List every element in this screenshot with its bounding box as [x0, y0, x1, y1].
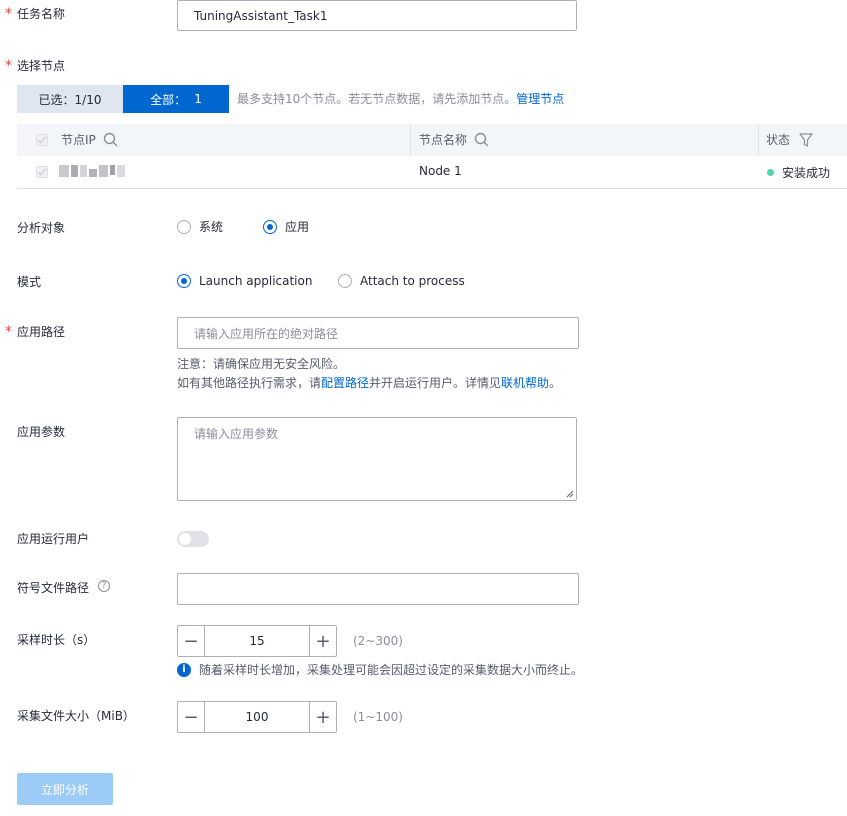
- selected-nodes-tab-label: 已选：1/10: [38, 92, 102, 107]
- node-select-label: 选择节点: [17, 59, 66, 73]
- run-user-toggle[interactable]: [177, 531, 209, 547]
- radio-launch-application[interactable]: [177, 274, 191, 288]
- app-path-help: 如有其他路径执行需求，请配置路径并开启运行用户。详情见联机帮助。: [177, 374, 561, 392]
- radio-attach-to-process-label[interactable]: Attach to process: [360, 272, 465, 290]
- node-name-cell: Node 1: [419, 164, 462, 178]
- file-size-stepper[interactable]: − 100 +: [177, 701, 337, 733]
- file-size-range: (1~100): [353, 710, 403, 724]
- radio-attach-to-process[interactable]: [338, 274, 352, 288]
- sample-duration-value[interactable]: 15: [204, 626, 310, 656]
- status-header-label: 状态: [766, 133, 791, 147]
- run-user-label: 应用运行用户: [17, 532, 90, 546]
- radio-application[interactable]: [263, 220, 277, 234]
- app-path-help-text: 如有其他路径执行需求，请: [177, 376, 322, 390]
- sample-duration-info: 随着采样时长增加，采集处理可能会因超过设定的采集数据大小而终止。: [199, 663, 584, 677]
- app-params-textarea[interactable]: 请输入应用参数: [177, 417, 577, 501]
- all-nodes-tab-label: 全部：: [150, 92, 187, 107]
- toggle-knob: [179, 533, 191, 545]
- help-icon[interactable]: ?: [98, 580, 110, 592]
- node-limit-hint: 最多支持10个节点。若无节点数据，请先添加节点。管理节点: [237, 90, 564, 108]
- radio-application-label[interactable]: 应用: [285, 218, 309, 236]
- radio-system-label[interactable]: 系统: [199, 218, 223, 236]
- minus-icon[interactable]: −: [178, 702, 204, 732]
- table-header-name: 节点名称: [411, 124, 758, 156]
- required-mark: *: [5, 6, 12, 22]
- analysis-target-label: 分析对象: [17, 221, 66, 235]
- app-params-placeholder: 请输入应用参数: [194, 427, 279, 441]
- sample-duration-label: 采样时长（s）: [17, 633, 96, 647]
- analyze-now-button[interactable]: 立即分析: [17, 773, 113, 805]
- status-dot: [767, 169, 774, 176]
- search-icon[interactable]: [103, 132, 119, 148]
- table-row[interactable]: Node 1 安装成功: [17, 156, 847, 189]
- info-icon: i: [177, 663, 191, 677]
- app-path-placeholder: 请输入应用所在的绝对路径: [194, 326, 339, 341]
- required-mark: *: [5, 324, 12, 340]
- select-all-checkbox[interactable]: [36, 134, 48, 146]
- search-icon[interactable]: [474, 132, 490, 148]
- node-status-cell: 安装成功: [782, 166, 831, 180]
- app-path-input[interactable]: 请输入应用所在的绝对路径: [177, 317, 579, 349]
- table-header-ip: 节点IP: [17, 124, 410, 156]
- node-limit-hint-text: 最多支持10个节点。若无节点数据，请先添加节点。: [237, 92, 517, 106]
- manage-nodes-link[interactable]: 管理节点: [516, 92, 564, 106]
- plus-icon[interactable]: +: [310, 702, 336, 732]
- task-name-label: 任务名称: [17, 7, 66, 21]
- all-nodes-tab[interactable]: 全部： 1: [123, 85, 229, 113]
- table-header-status: 状态: [759, 124, 847, 156]
- configure-path-link[interactable]: 配置路径: [321, 376, 369, 390]
- row-checkbox[interactable]: [36, 166, 48, 178]
- file-size-label: 采集文件大小（MiB）: [17, 709, 135, 723]
- name-header-label: 节点名称: [419, 133, 468, 147]
- plus-icon[interactable]: +: [310, 626, 336, 656]
- ip-header-label: 节点IP: [61, 133, 96, 147]
- radio-launch-application-label[interactable]: Launch application: [199, 272, 312, 290]
- node-ip-masked: [59, 165, 125, 177]
- task-name-input[interactable]: TuningAssistant_Task1: [177, 0, 577, 31]
- app-path-note: 注意：请确保应用无安全风险。: [177, 357, 346, 371]
- mode-label: 模式: [17, 275, 42, 289]
- app-path-help-text: 。: [549, 376, 562, 390]
- symbol-path-label: 符号文件路径: [17, 581, 90, 595]
- app-path-help-text: 并开启运行用户。详情见: [369, 376, 502, 390]
- online-help-link[interactable]: 联机帮助: [501, 376, 549, 390]
- file-size-value[interactable]: 100: [204, 702, 310, 732]
- analyze-now-button-label: 立即分析: [40, 782, 89, 797]
- all-nodes-count: 1: [194, 92, 202, 106]
- app-path-label: 应用路径: [17, 325, 66, 339]
- app-params-label: 应用参数: [17, 425, 66, 439]
- required-mark: *: [5, 58, 12, 74]
- radio-system[interactable]: [177, 220, 191, 234]
- resize-handle-icon[interactable]: [566, 490, 574, 498]
- symbol-path-input[interactable]: [177, 573, 579, 605]
- task-name-value: TuningAssistant_Task1: [194, 8, 328, 23]
- filter-icon[interactable]: [799, 133, 813, 147]
- sample-duration-stepper[interactable]: − 15 +: [177, 625, 337, 657]
- sample-duration-range: (2~300): [353, 634, 403, 648]
- selected-nodes-tab[interactable]: 已选：1/10: [17, 85, 123, 113]
- minus-icon[interactable]: −: [178, 626, 204, 656]
